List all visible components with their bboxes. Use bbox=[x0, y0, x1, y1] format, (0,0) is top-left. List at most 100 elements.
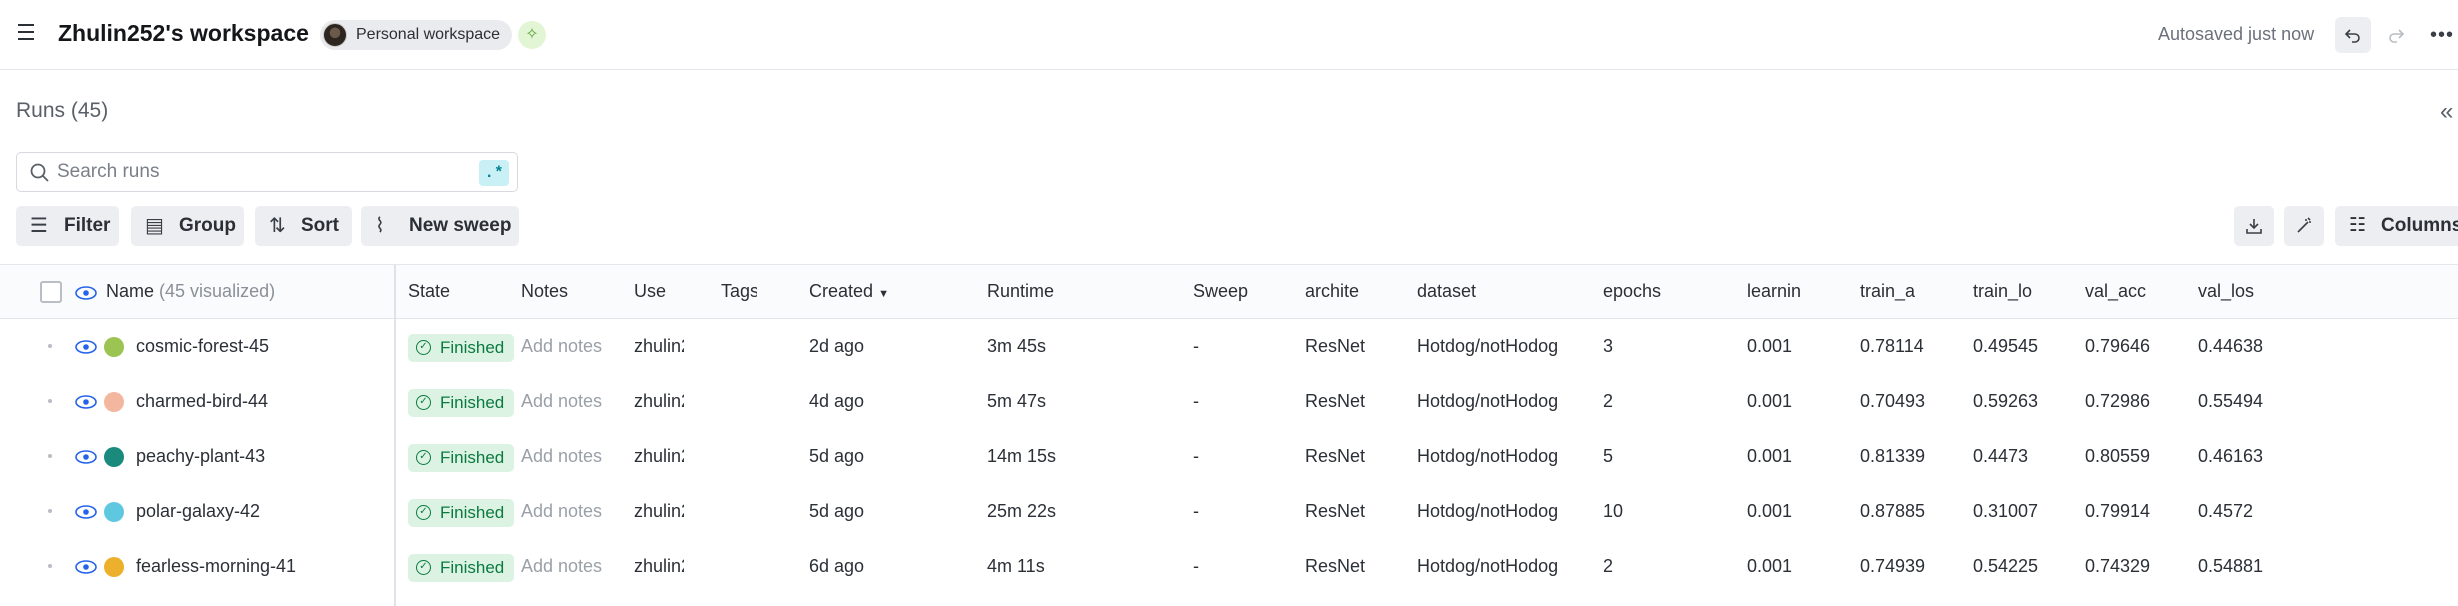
eye-icon[interactable] bbox=[75, 395, 97, 409]
hamburger-menu-icon[interactable] bbox=[18, 24, 38, 44]
search-input[interactable] bbox=[57, 159, 477, 185]
new-sweep-button[interactable]: ⌇ New sweep bbox=[361, 206, 519, 246]
architecture-cell: ResNet bbox=[1305, 391, 1366, 411]
auto-arrange-button[interactable] bbox=[2284, 206, 2324, 246]
regex-toggle-button[interactable]: .* bbox=[479, 160, 509, 186]
column-header-tags[interactable]: Tags bbox=[721, 281, 757, 302]
undo-icon bbox=[2344, 29, 2360, 43]
sweep-cell: - bbox=[1193, 501, 1199, 521]
run-color-swatch[interactable] bbox=[104, 557, 124, 577]
column-header-user[interactable]: Use bbox=[634, 281, 684, 302]
table-row[interactable]: polar-galaxy-42 ✓ Finished Add notes zhulin2… bbox=[0, 485, 2458, 540]
epochs-cell: 5 bbox=[1603, 446, 1614, 466]
table-row[interactable]: fearless-morning-41 ✓ Finished Add notes zhu… bbox=[0, 540, 2458, 595]
val-loss-cell: 0.54881 bbox=[2198, 556, 2264, 576]
search-runs-box[interactable]: .* bbox=[16, 152, 518, 192]
download-button[interactable] bbox=[2234, 206, 2274, 246]
group-button[interactable]: ▤ Group bbox=[131, 206, 244, 246]
drag-handle-icon[interactable] bbox=[48, 454, 52, 458]
column-header-notes[interactable]: Notes bbox=[521, 281, 568, 302]
eye-icon[interactable] bbox=[75, 450, 97, 464]
drag-handle-icon[interactable] bbox=[48, 344, 52, 348]
drag-handle-icon[interactable] bbox=[48, 564, 52, 568]
column-header-runtime[interactable]: Runtime bbox=[987, 281, 1054, 302]
runtime-cell: 4m 11s bbox=[987, 556, 1045, 576]
notes-cell[interactable]: Add notes bbox=[521, 556, 602, 577]
column-header-train-loss[interactable]: train_lo bbox=[1973, 281, 2035, 302]
epochs-cell: 3 bbox=[1603, 336, 1614, 356]
notes-cell[interactable]: Add notes bbox=[521, 446, 602, 467]
run-name-link[interactable]: polar-galaxy-42 bbox=[136, 501, 260, 522]
column-header-created[interactable]: Created ▼ bbox=[809, 281, 889, 302]
column-header-dataset[interactable]: dataset bbox=[1417, 281, 1476, 302]
user-cell: zhulin2 bbox=[634, 336, 684, 356]
column-header-state[interactable]: State bbox=[408, 281, 450, 302]
magic-wand-icon bbox=[2297, 217, 2311, 233]
run-name-link[interactable]: fearless-morning-41 bbox=[136, 556, 296, 577]
workspace-badge-label: Personal workspace bbox=[356, 26, 501, 43]
notes-cell[interactable]: Add notes bbox=[521, 501, 602, 522]
train-loss-cell: 0.49545 bbox=[1973, 336, 2039, 356]
notes-cell[interactable]: Add notes bbox=[521, 336, 602, 357]
select-all-checkbox[interactable] bbox=[40, 281, 62, 303]
table-row[interactable]: cosmic-forest-45 ✓ Finished Add notes zhulin… bbox=[0, 320, 2458, 375]
column-header-val-loss[interactable]: val_los bbox=[2198, 281, 2262, 302]
notes-cell[interactable]: Add notes bbox=[521, 391, 602, 412]
status-badge: ✓ Finished bbox=[408, 334, 515, 362]
filter-button[interactable]: ☰ Filter bbox=[16, 206, 119, 246]
train-loss-cell: 0.54225 bbox=[1973, 556, 2039, 576]
eye-icon[interactable] bbox=[75, 560, 97, 574]
user-cell: zhulin2 bbox=[634, 556, 684, 576]
undo-button[interactable] bbox=[2335, 17, 2371, 53]
status-badge: ✓ Finished bbox=[408, 389, 515, 417]
learning-rate-cell: 0.001 bbox=[1747, 336, 1793, 356]
more-options-button[interactable]: ••• bbox=[2424, 17, 2458, 53]
check-circle-icon: ✓ bbox=[416, 450, 431, 465]
eye-icon[interactable] bbox=[75, 505, 97, 519]
status-label: Finished bbox=[440, 393, 505, 412]
eye-icon[interactable] bbox=[75, 340, 97, 354]
column-header-train-acc[interactable]: train_a bbox=[1860, 281, 1926, 302]
column-header-name[interactable]: Name (45 visualized) bbox=[106, 281, 275, 302]
run-name-link[interactable]: cosmic-forest-45 bbox=[136, 336, 269, 357]
personal-workspace-badge[interactable]: Personal workspace bbox=[320, 20, 513, 50]
drag-handle-icon[interactable] bbox=[48, 509, 52, 513]
run-name-link[interactable]: peachy-plant-43 bbox=[136, 446, 265, 467]
status-badge: ✓ Finished bbox=[408, 499, 515, 527]
train-acc-cell: 0.78114 bbox=[1860, 336, 1924, 356]
epochs-cell: 2 bbox=[1603, 391, 1614, 411]
sparkle-icon[interactable]: ✧ bbox=[518, 21, 546, 49]
download-icon bbox=[2246, 219, 2262, 234]
table-row[interactable]: charmed-bird-44 ✓ Finished Add notes zhulin2… bbox=[0, 375, 2458, 430]
columns-label: Columns bbox=[2381, 215, 2458, 236]
column-header-epochs[interactable]: epochs bbox=[1603, 281, 1661, 302]
redo-button[interactable] bbox=[2378, 17, 2414, 53]
group-label: Group bbox=[179, 215, 236, 236]
run-name-link[interactable]: charmed-bird-44 bbox=[136, 391, 268, 412]
sort-button[interactable]: ⇅ Sort bbox=[255, 206, 352, 246]
learning-rate-cell: 0.001 bbox=[1747, 391, 1793, 411]
val-acc-cell: 0.79914 bbox=[2085, 501, 2151, 521]
dataset-cell: Hotdog/notHodog bbox=[1417, 501, 1559, 521]
table-row[interactable]: peachy-plant-43 ✓ Finished Add notes zhulin2… bbox=[0, 430, 2458, 485]
run-color-swatch[interactable] bbox=[104, 447, 124, 467]
eye-icon[interactable] bbox=[75, 286, 97, 300]
collapse-panel-icon[interactable]: « bbox=[2440, 98, 2453, 126]
pinned-column-divider[interactable] bbox=[394, 265, 396, 606]
architecture-cell: ResNet bbox=[1305, 556, 1366, 576]
column-header-sweep[interactable]: Sweep bbox=[1193, 281, 1248, 302]
drag-handle-icon[interactable] bbox=[48, 399, 52, 403]
columns-button[interactable]: ☷ Columns bbox=[2335, 206, 2458, 246]
learning-rate-cell: 0.001 bbox=[1747, 501, 1793, 521]
column-header-architecture[interactable]: archite bbox=[1305, 281, 1375, 302]
filter-icon: ☰ bbox=[30, 215, 48, 237]
dataset-cell: Hotdog/notHodog bbox=[1417, 556, 1559, 576]
run-color-swatch[interactable] bbox=[104, 337, 124, 357]
val-loss-cell: 0.55494 bbox=[2198, 391, 2264, 411]
created-cell: 2d ago bbox=[809, 336, 865, 356]
filter-label: Filter bbox=[64, 215, 111, 236]
run-color-swatch[interactable] bbox=[104, 502, 124, 522]
column-header-learning-rate[interactable]: learnin bbox=[1747, 281, 1813, 302]
column-header-val-acc[interactable]: val_acc bbox=[2085, 281, 2149, 302]
run-color-swatch[interactable] bbox=[104, 392, 124, 412]
